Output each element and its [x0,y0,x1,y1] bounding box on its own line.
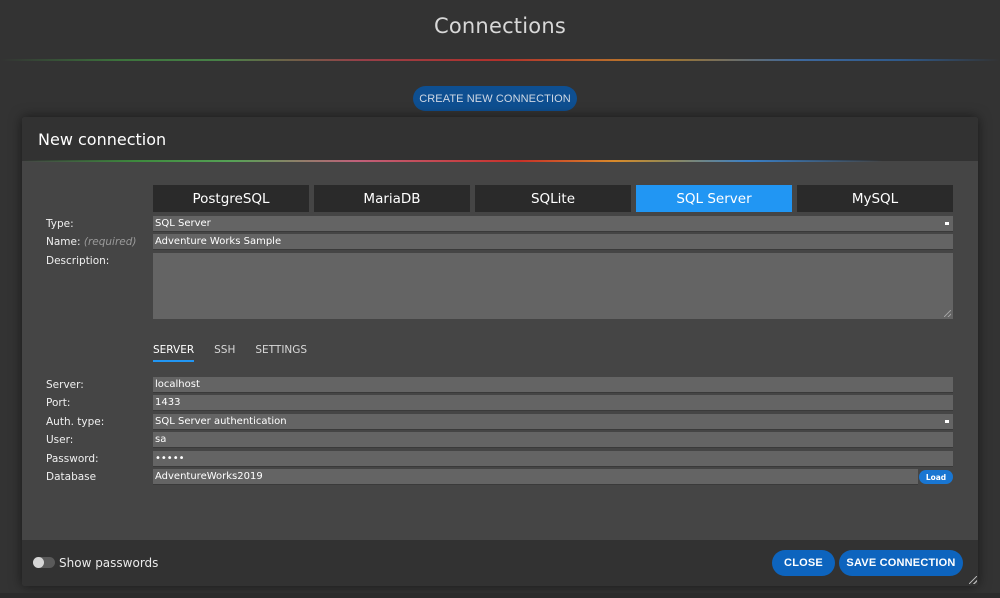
toggle-knob [33,557,44,568]
server-label: Server: [46,379,84,391]
resize-grip-icon[interactable] [944,310,951,317]
new-connection-dialog: New connection PostgreSQL MariaDB SQLite… [22,117,978,586]
description-textarea[interactable] [153,253,953,319]
rainbow-divider [0,59,1000,61]
bottom-strip [0,593,1000,598]
auth-type-value: SQL Server authentication [155,416,287,427]
name-label-text: Name: [46,236,81,248]
name-required-hint: (required) [83,236,137,248]
db-tab-sql-server[interactable]: SQL Server [636,185,792,212]
type-select[interactable]: SQL Server [153,216,953,232]
show-passwords-toggle[interactable] [33,557,55,568]
connection-sub-tabs: SERVER SSH SETTINGS [153,344,307,362]
dialog-footer: Show passwords CLOSE SAVE CONNECTION [22,540,978,586]
database-label: Database [46,471,97,483]
dialog-title: New connection [38,130,167,149]
tab-settings[interactable]: SETTINGS [255,344,307,362]
db-tab-postgresql[interactable]: PostgreSQL [153,185,309,212]
tab-ssh[interactable]: SSH [214,344,235,362]
name-input[interactable]: Adventure Works Sample [153,234,953,250]
db-tab-sqlite[interactable]: SQLite [475,185,631,212]
load-databases-button[interactable]: Load [919,470,953,484]
database-input[interactable]: AdventureWorks2019 [153,469,918,485]
create-new-connection-button[interactable]: CREATE NEW CONNECTION [413,86,577,111]
dialog-rainbow-divider [22,160,978,162]
server-input[interactable]: localhost [153,377,953,393]
tab-server[interactable]: SERVER [153,344,195,362]
db-tab-mariadb[interactable]: MariaDB [314,185,470,212]
password-input[interactable]: ••••• [153,451,953,467]
dialog-header: New connection [22,117,978,161]
description-label: Description: [46,255,110,267]
close-button[interactable]: CLOSE [772,550,835,576]
dropdown-arrow-icon [945,222,949,225]
auth-type-select[interactable]: SQL Server authentication [153,414,953,430]
db-type-tabs: PostgreSQL MariaDB SQLite SQL Server MyS… [153,185,953,212]
auth-type-label: Auth. type: [46,416,105,428]
password-label: Password: [46,453,99,465]
type-label: Type: [46,218,74,230]
port-label: Port: [46,397,71,409]
save-connection-button[interactable]: SAVE CONNECTION [839,550,963,576]
dialog-resize-grip-icon[interactable] [969,576,977,584]
db-tab-mysql[interactable]: MySQL [797,185,953,212]
dropdown-arrow-icon [945,420,949,423]
user-input[interactable]: sa [153,432,953,448]
page-title: Connections [434,14,566,38]
port-input[interactable]: 1433 [153,395,953,411]
show-passwords-label[interactable]: Show passwords [59,556,158,570]
name-label: Name: (required) [46,236,137,248]
type-select-value: SQL Server [155,218,211,229]
user-label: User: [46,434,74,446]
